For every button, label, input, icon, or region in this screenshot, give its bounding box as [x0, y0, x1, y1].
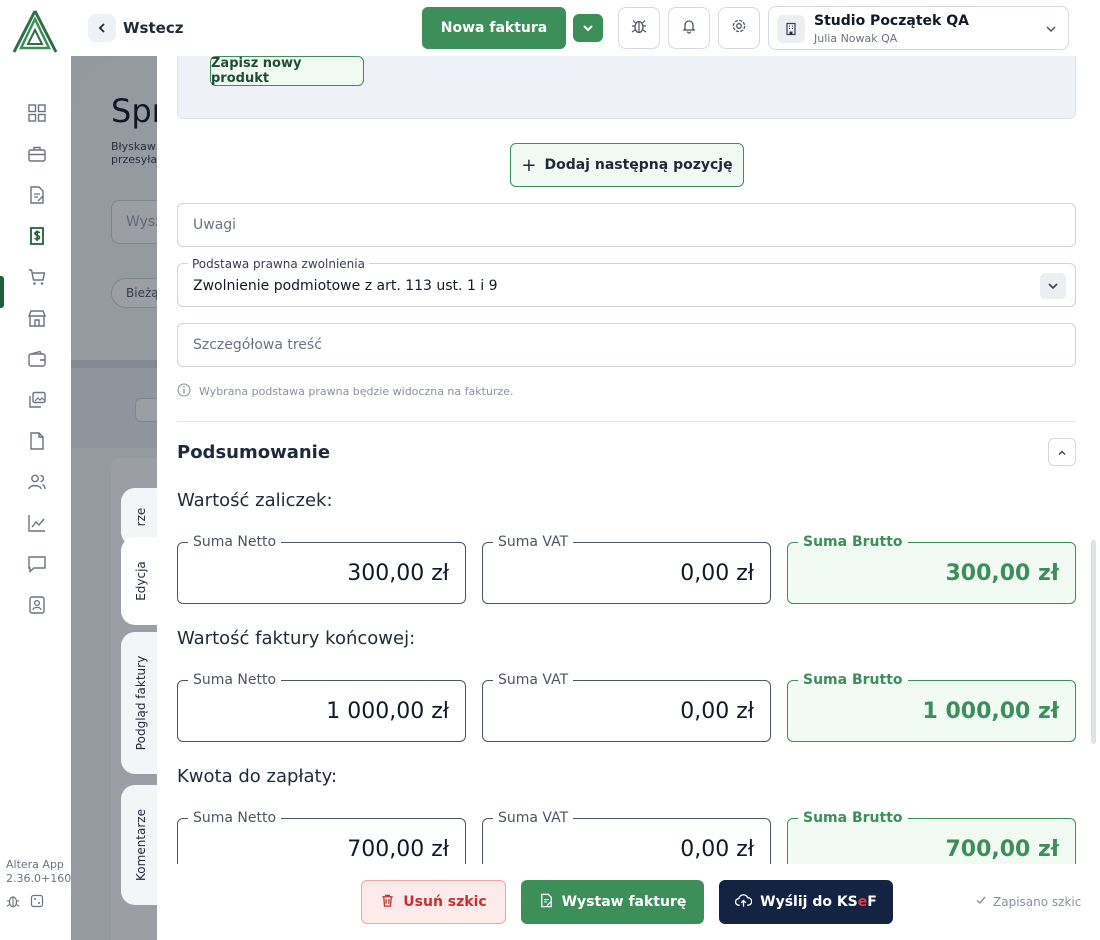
- advance-brutto-box: Suma Brutto 300,00 zł: [787, 534, 1076, 604]
- cloud-upload-icon: [735, 893, 753, 912]
- advance-value-title: Wartość zaliczek:: [177, 490, 333, 511]
- collapse-summary-button[interactable]: [1048, 438, 1076, 466]
- chevron-down-icon[interactable]: [1040, 273, 1066, 299]
- details-placeholder: Szczegółowa treść: [193, 337, 322, 353]
- add-position-button[interactable]: + Dodaj następną pozycję: [510, 143, 744, 187]
- notifications-button[interactable]: [668, 7, 710, 49]
- new-invoice-button[interactable]: Nowa faktura: [422, 7, 566, 49]
- save-product-button[interactable]: Zapisz nowy produkt: [210, 56, 364, 86]
- draft-saved-status: Zapisano szkic: [975, 894, 1081, 909]
- company-switcher[interactable]: Studio Początek QA Julia Nowak QA: [768, 6, 1069, 50]
- plus-icon: +: [521, 154, 537, 176]
- send-to-ksef-button[interactable]: Wyślij do KSeF: [719, 880, 893, 924]
- details-field[interactable]: Szczegółowa treść: [177, 323, 1076, 367]
- invoice-dollar-icon[interactable]: [22, 221, 52, 251]
- briefcase-icon[interactable]: [22, 139, 52, 169]
- back-button[interactable]: [88, 14, 116, 42]
- final-netto-box: Suma Netto 1 000,00 zł: [177, 672, 466, 742]
- advance-netto-box: Suma Netto 300,00 zł: [177, 534, 466, 604]
- building-icon: [777, 15, 805, 43]
- bug-icon[interactable]: [4, 892, 22, 910]
- checkmark-icon: [975, 894, 987, 909]
- dice-icon[interactable]: [28, 892, 46, 910]
- company-user: Julia Nowak QA: [814, 32, 898, 45]
- images-icon[interactable]: [22, 385, 52, 415]
- amount-due-title: Kwota do zapłaty:: [177, 766, 338, 787]
- divider: [177, 421, 1076, 422]
- file-icon[interactable]: [22, 426, 52, 456]
- bug-report-button[interactable]: [618, 7, 660, 49]
- legal-basis-value: Zwolnienie podmiotowe z art. 113 ust. 1 …: [193, 278, 498, 294]
- delete-draft-button[interactable]: Usuń szkic: [361, 880, 506, 924]
- due-netto-value: 700,00 zł: [347, 837, 449, 862]
- final-netto-value: 1 000,00 zł: [326, 699, 449, 724]
- legal-basis-select[interactable]: Podstawa prawna zwolnienia Zwolnienie po…: [177, 257, 1076, 307]
- info-icon: [177, 383, 191, 400]
- tab-edit[interactable]: Edycja: [121, 537, 161, 625]
- wallet-icon[interactable]: [22, 344, 52, 374]
- notes-field[interactable]: Uwagi: [177, 203, 1076, 247]
- back-label[interactable]: Wstecz: [123, 19, 183, 37]
- due-vat-value: 0,00 zł: [680, 837, 754, 862]
- legal-basis-hint: Wybrana podstawa prawna będzie widoczna …: [177, 383, 513, 400]
- chevron-up-icon: [1057, 443, 1067, 462]
- final-brutto-box: Suma Brutto 1 000,00 zł: [787, 672, 1076, 742]
- final-vat-value: 0,00 zł: [680, 699, 754, 724]
- trash-icon: [380, 893, 395, 912]
- app-logo[interactable]: [10, 8, 60, 54]
- bell-icon: [681, 18, 697, 38]
- users-icon[interactable]: [22, 467, 52, 497]
- app-name: Altera App: [6, 858, 64, 871]
- active-indicator: [0, 276, 4, 308]
- notes-placeholder: Uwagi: [193, 217, 237, 233]
- advance-netto-value: 300,00 zł: [347, 561, 449, 586]
- final-brutto-value: 1 000,00 zł: [922, 699, 1060, 724]
- final-invoice-value-title: Wartość faktury końcowej:: [177, 628, 416, 649]
- advance-vat-box: Suma VAT 0,00 zł: [482, 534, 771, 604]
- invoice-form-panel: Zapisz nowy produkt + Dodaj następną poz…: [157, 56, 1100, 940]
- app-version: 2.36.0+1602: [6, 872, 79, 885]
- settings-button[interactable]: [718, 7, 760, 49]
- summary-title: Podsumowanie: [177, 442, 331, 463]
- chevron-left-icon: [96, 19, 108, 38]
- top-bar: Wstecz Nowa faktura Studio Początek QA J…: [0, 0, 1100, 56]
- new-invoice-dropdown-button[interactable]: [573, 14, 603, 42]
- due-brutto-value: 700,00 zł: [945, 837, 1059, 862]
- chat-icon[interactable]: [22, 549, 52, 579]
- sidebar: [0, 56, 71, 940]
- chart-line-icon[interactable]: [22, 508, 52, 538]
- dashboard-icon[interactable]: [22, 98, 52, 128]
- contact-icon[interactable]: [22, 590, 52, 620]
- legal-basis-label: Podstawa prawna zwolnienia: [188, 257, 369, 271]
- scrollbar[interactable]: [1091, 540, 1096, 744]
- tab-invoice-preview[interactable]: Podgląd faktury: [121, 632, 161, 774]
- chevron-down-icon: [1044, 21, 1058, 40]
- advance-vat-value: 0,00 zł: [680, 561, 754, 586]
- company-name: Studio Początek QA: [814, 13, 969, 29]
- tab-comments[interactable]: Komentarze: [121, 785, 161, 905]
- document-edit-icon[interactable]: [22, 180, 52, 210]
- document-edit-icon: [539, 893, 554, 912]
- advance-brutto-value: 300,00 zł: [945, 561, 1059, 586]
- bug-icon: [630, 17, 648, 39]
- gear-icon: [731, 18, 747, 38]
- store-icon[interactable]: [22, 303, 52, 333]
- action-bar: Usuń szkic Wystaw fakturę Wyślij do KSeF…: [157, 864, 1100, 940]
- final-vat-box: Suma VAT 0,00 zł: [482, 672, 771, 742]
- cart-icon[interactable]: [22, 262, 52, 292]
- issue-invoice-button[interactable]: Wystaw fakturę: [521, 880, 704, 924]
- chevron-down-icon: [582, 19, 594, 38]
